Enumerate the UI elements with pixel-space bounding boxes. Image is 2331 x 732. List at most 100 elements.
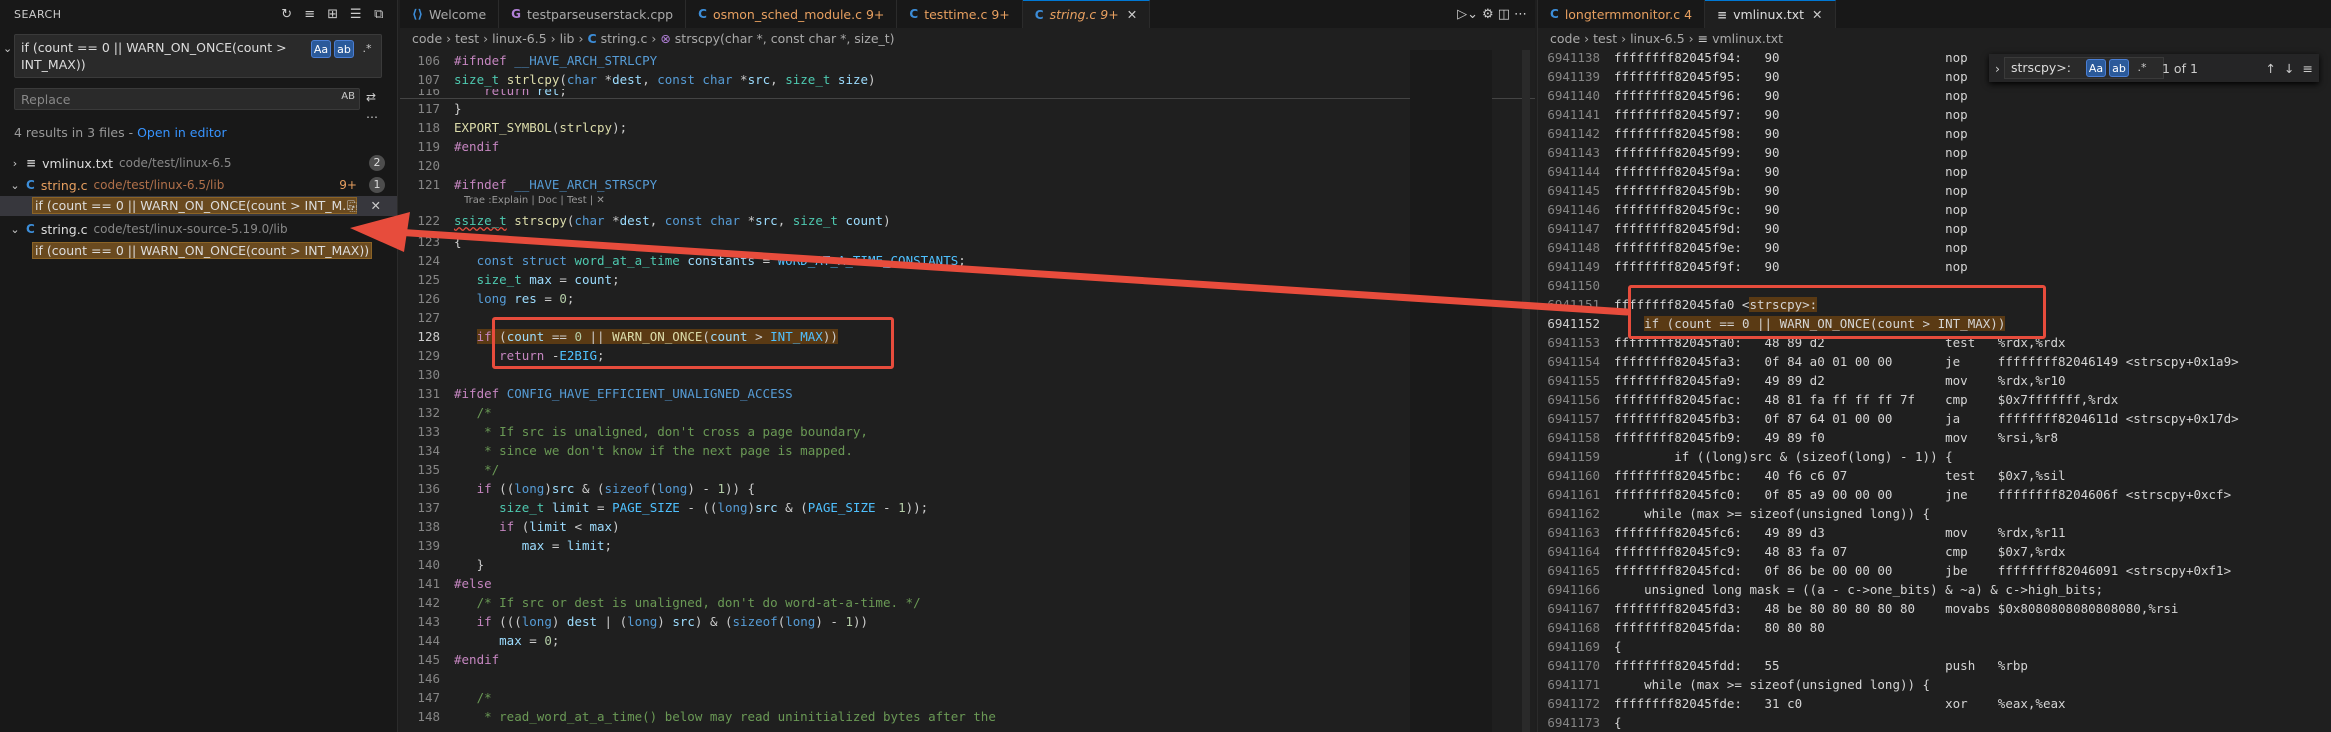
c-file-icon: C — [26, 222, 35, 236]
toggle-replace-chevron-icon[interactable]: ⌄ — [3, 42, 13, 55]
open-in-editor-link[interactable]: Open in editor — [137, 125, 227, 140]
breadcrumb-item[interactable]: linux-6.5 — [492, 31, 547, 46]
c-icon: C — [1550, 7, 1559, 21]
preserve-case-toggle[interactable]: AB — [341, 91, 355, 102]
code-line: 136 if ((long)src & (sizeof(long) - 1)) … — [417, 481, 756, 496]
asm-line: 6941148 ffffffff82045f9e: 90 nop — [1547, 240, 1968, 255]
asm-line: 6941162 while (max >= sizeof(unsigned lo… — [1547, 506, 1931, 521]
search-match-item[interactable]: if (count == 0 || WARN_ON_ONCE(count > I… — [32, 241, 373, 261]
tab-osmon-sched-module[interactable]: Cosmon_sched_module.c 9+ — [686, 0, 898, 28]
more-options-icon[interactable]: ⋯ — [366, 110, 378, 124]
c-icon: C — [909, 7, 919, 21]
match-whole-word-toggle[interactable]: ab — [334, 40, 354, 58]
refresh-icon[interactable]: ↻ — [277, 4, 297, 24]
asm-line: 6941144 ffffffff82045f9a: 90 nop — [1547, 164, 1968, 179]
result-count-badge: 1 — [369, 177, 385, 193]
scrollbar[interactable] — [1522, 50, 1530, 732]
code-line: 120 — [417, 158, 440, 173]
tab-bar: ⟨⟩ Welcome Gtestparseuserstack.cpp Cosmon… — [400, 0, 1535, 28]
close-tab-icon[interactable]: ✕ — [1812, 7, 1822, 22]
tab-problems-badge: 4 — [1684, 6, 1693, 22]
asm-line: 6941169{ — [1547, 639, 1622, 654]
c-icon: C — [587, 31, 597, 46]
codelens[interactable]: Trae :Explain | Doc | Test | ✕ — [400, 194, 1535, 208]
asm-line: 6941165 ffffffff82045fcd: 0f 86 be 00 00 … — [1547, 563, 2232, 578]
minimap[interactable] — [1410, 50, 1492, 732]
breadcrumb-item[interactable]: test — [455, 31, 479, 46]
toggle-replace-icon[interactable]: › — [1995, 61, 2000, 76]
tab-problems-badge: 9+ — [865, 6, 885, 22]
split-editor-icon[interactable]: ◫ — [1498, 7, 1510, 22]
previous-match-icon[interactable]: ↑ — [2266, 61, 2276, 76]
find-regex-toggle[interactable]: .* — [2132, 59, 2152, 77]
asm-line: 6941160 ffffffff82045fbc: 40 f6 c6 07 tes… — [1547, 468, 2066, 483]
tab-longtermmonitor[interactable]: Clongtermmonitor.c 4 — [1538, 0, 1706, 28]
results-count-text: 4 results in 3 files - — [14, 125, 138, 140]
asm-line: 6941142 ffffffff82045f98: 90 nop — [1547, 126, 1968, 141]
settings-gear-icon[interactable]: ⚙ — [1482, 7, 1494, 22]
tab-welcome[interactable]: ⟨⟩ Welcome — [400, 0, 500, 28]
asm-line: 6941168 ffffffff82045fda: 80 80 80 — [1547, 620, 1825, 635]
match-text: if (count == 0 || WARN_ON_ONCE(count > I… — [32, 242, 373, 259]
result-file-name: vmlinux.txt — [42, 155, 113, 171]
collapse-all-icon[interactable]: ⧉ — [369, 4, 389, 24]
breadcrumb-item[interactable]: code — [412, 31, 442, 46]
breadcrumb-item[interactable]: test — [1593, 31, 1617, 46]
code-line: 139 max = limit; — [417, 538, 613, 553]
code-line: 137 size_t limit = PAGE_SIZE - ((long)sr… — [417, 500, 929, 515]
find-menu-icon[interactable]: ≡ — [2303, 61, 2313, 76]
editor-group-left: ⟨⟩ Welcome Gtestparseuserstack.cpp Cosmon… — [400, 0, 1535, 732]
tab-string-c[interactable]: Cstring.c 9+ ✕ — [1022, 0, 1151, 28]
breadcrumb-item[interactable]: linux-6.5 — [1630, 31, 1685, 46]
search-match-item[interactable]: if (count == 0 || WARN_ON_ONCE(count > I… — [0, 196, 397, 216]
tab-label: string.c — [1049, 7, 1097, 22]
asm-line: 6941161 ffffffff82045fc0: 0f 85 a9 00 00 … — [1547, 487, 2232, 502]
result-file-row[interactable]: › ≡ vmlinux.txt code/test/linux-6.5 2 — [0, 152, 397, 174]
chevron-down-icon: ⌄ — [10, 178, 20, 192]
find-match-case-toggle[interactable]: Aa — [2086, 59, 2106, 77]
tab-label: testtime.c — [924, 6, 988, 22]
search-input[interactable]: if (count == 0 || WARN_ON_ONCE(count > I… — [14, 34, 382, 78]
tab-testtime[interactable]: Ctesttime.c 9+ — [897, 0, 1023, 28]
result-file-row[interactable]: ⌄ C string.c code/test/linux-source-5.19… — [0, 218, 397, 240]
breadcrumb-item[interactable]: code — [1550, 31, 1580, 46]
breadcrumb-item[interactable]: vmlinux.txt — [1712, 31, 1783, 46]
result-file-row[interactable]: ⌄ C string.c code/test/linux-6.5/lib 9+ … — [0, 174, 397, 196]
replace-match-icon[interactable]: ⎘ — [347, 196, 357, 216]
file-icon: ≡ — [1697, 31, 1709, 46]
more-actions-icon[interactable]: ⋯ — [1514, 7, 1527, 22]
code-line: 147 /* — [417, 690, 492, 705]
tab-label: longtermmonitor.c — [1564, 6, 1681, 22]
asm-line: 6941172 ffffffff82045fde: 31 c0 xor %eax,… — [1547, 696, 2066, 711]
highlight-box — [1628, 285, 2046, 339]
close-tab-icon[interactable]: ✕ — [1127, 7, 1137, 22]
tab-vmlinux-txt[interactable]: ≡ vmlinux.txt ✕ — [1705, 0, 1836, 28]
breadcrumb-item[interactable]: string.c — [601, 31, 648, 46]
tab-label: Welcome — [428, 6, 487, 22]
replace-all-icon[interactable]: ⇄ — [366, 90, 376, 104]
c-icon: C — [1034, 7, 1044, 22]
code-line: 123{ — [417, 234, 462, 249]
breadcrumb-item[interactable]: strscpy(char *, const char *, size_t) — [675, 31, 895, 46]
tab-testparseuserstack[interactable]: Gtestparseuserstack.cpp — [499, 0, 687, 28]
code-line: 124 const struct word_at_a_time constant… — [417, 253, 966, 268]
asm-line: 6941163 ffffffff82045fc6: 49 89 d3 mov %r… — [1547, 525, 2066, 540]
asm-line: 6941156 ffffffff82045fac: 48 81 fa ff ff … — [1547, 392, 2119, 407]
run-debug-icon[interactable]: ▷⌄ — [1457, 7, 1478, 22]
chevron-down-icon: ⌄ — [10, 222, 20, 236]
find-whole-word-toggle[interactable]: ab — [2109, 59, 2129, 77]
code-line: 138 if (limit < max) — [417, 519, 620, 534]
asm-line: 6941146 ffffffff82045f9c: 90 nop — [1547, 202, 1968, 217]
use-regex-toggle[interactable]: .* — [357, 40, 377, 58]
replace-input[interactable]: Replace AB — [14, 88, 360, 110]
dismiss-match-icon[interactable]: ✕ — [371, 196, 381, 216]
next-match-icon[interactable]: ↓ — [2284, 61, 2294, 76]
breadcrumb-item[interactable]: lib — [560, 31, 575, 46]
new-search-editor-icon[interactable]: ⊞ — [323, 4, 343, 24]
tab-problems-badge: 9+ — [991, 6, 1010, 22]
asm-line: 6941171 while (max >= sizeof(unsigned lo… — [1547, 677, 1931, 692]
view-as-tree-icon[interactable]: ☰ — [346, 4, 366, 24]
clear-results-icon[interactable]: ≡ — [300, 4, 320, 24]
find-widget: › strscpy>: Aa ab .* 1 of 1 ↑ ↓ ≡ — [1989, 54, 2319, 82]
match-case-toggle[interactable]: Aa — [311, 40, 331, 58]
